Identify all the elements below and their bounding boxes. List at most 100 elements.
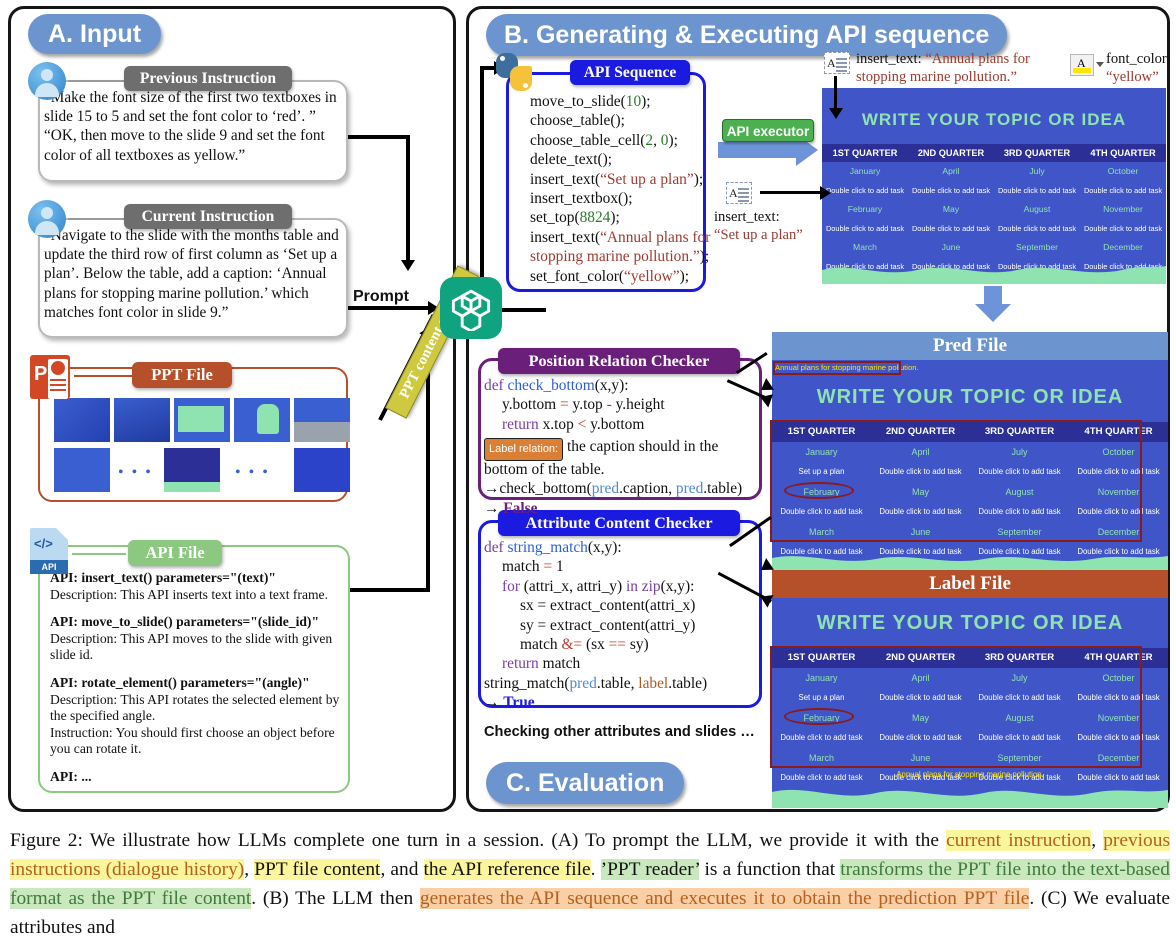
connector-current — [68, 218, 124, 220]
font-color-icon: A — [1070, 54, 1094, 76]
caption-s2: , — [1091, 830, 1104, 851]
caption-s7: . (B) The LLM then — [251, 888, 420, 909]
exec-row-1: Double click to add task Double click to… — [822, 181, 1166, 200]
exec-cell-0-0: January — [849, 166, 881, 176]
dropdown-caret-icon — [1096, 62, 1104, 67]
gpt-to-python-v — [480, 66, 484, 310]
api-sequence-title: API Sequence — [570, 60, 690, 85]
exec-cell-3-3: Double click to add task — [1083, 224, 1163, 233]
caption-s1: Figure 2: We illustrate how LLMs complet… — [10, 830, 947, 851]
exec-row-4: March June September December — [822, 238, 1166, 257]
position-checker-title: Position Relation Checker — [498, 348, 740, 374]
caption-h4: the API reference file — [423, 859, 591, 880]
panel-c-tag: C. Evaluation — [486, 762, 685, 804]
caption-s4: , and — [380, 859, 424, 880]
exec-cell-0-2: July — [1029, 166, 1045, 176]
pred-slide-title: WRITE YOUR TOPIC OR IDEA — [816, 386, 1124, 408]
exec-cell-4-1: June — [941, 242, 961, 252]
exec-cell-4-3: December — [1103, 242, 1143, 252]
api-entry-2-signature: API: move_to_slide() parameters="(slide_… — [50, 614, 319, 630]
exec-row-3: Double click to add task Double click to… — [822, 219, 1166, 238]
label-relation-chip: Label relation: — [484, 438, 564, 462]
api-entry-1-signature: API: insert_text() parameters="(text)" — [50, 570, 276, 585]
exec-header-0: 1ST QUARTER — [832, 148, 898, 158]
arrow-cell-head — [820, 186, 831, 200]
api-file-icon: </> API — [30, 528, 68, 574]
instr-feed-head1 — [401, 260, 415, 271]
exec-header-1: 2ND QUARTER — [917, 148, 985, 158]
ppt-ellipsis-2: • • • — [235, 464, 270, 481]
exec-cell-3-0: Double click to add task — [825, 224, 905, 233]
api-executor-label: API executor — [722, 119, 814, 142]
api-entry-tail: API: ... — [50, 768, 92, 784]
panel-a-tag: A. Input — [28, 14, 162, 54]
exec-row-0: January April July October — [822, 162, 1166, 181]
arrow-caption-head — [829, 108, 843, 119]
exec-header-2: 3RD QUARTER — [1003, 148, 1071, 158]
exec-slide-wave — [822, 266, 1166, 284]
exec-slide-header-row: 1ST QUARTER 2ND QUARTER 3RD QUARTER 4TH … — [822, 144, 1166, 162]
exec-cell-3-1: Double click to add task — [911, 224, 991, 233]
exec-cell-1-3: Double click to add task — [1083, 186, 1163, 195]
previous-instruction-text: “Make the font size of the first two tex… — [44, 89, 337, 164]
caption-h5: ’PPT reader’ — [600, 859, 700, 880]
label-table-highlight — [770, 646, 1142, 768]
ppt-file-title: PPT File — [132, 362, 232, 388]
user-avatar-current — [28, 200, 66, 238]
exec-cell-4-2: September — [1015, 242, 1059, 252]
exec-cell-1-0: Double click to add task — [825, 186, 905, 195]
exec-cell-2-0: February — [847, 204, 883, 214]
connector-api-sequence — [536, 72, 570, 75]
figure-caption: Figure 2: We illustrate how LLMs complet… — [10, 826, 1170, 942]
api-entry-2-description: Description: This API moves to the slide… — [50, 630, 333, 663]
label-bottom-caption: Annual plans for stopping marine polluti… — [896, 770, 1044, 779]
api-entry-1-description: Description: This API inserts text into … — [50, 586, 328, 602]
evaluation-footer-note: Checking other attributes and slides … — [484, 724, 755, 740]
position-checker-code: def check_bottom(x,y): y.bottom = y.top … — [484, 377, 743, 517]
label-file-label: Label File — [772, 570, 1168, 598]
insert-text-icon-caption: A — [824, 52, 850, 74]
current-instruction-text: “Navigate to the slide with the months t… — [44, 227, 339, 321]
label-file-container: Label File WRITE YOUR TOPIC OR IDEA 1ST … — [770, 570, 1168, 808]
python-icon — [494, 52, 534, 92]
exec-cell-2-2: August — [1023, 204, 1051, 214]
user-avatar-previous — [28, 62, 66, 100]
api-entry-3-description: Description: This API rotates the select… — [50, 691, 340, 757]
instr-feed-h2 — [348, 306, 358, 310]
connector-ppt — [74, 375, 132, 377]
annotation-insert-text-caption: insert_text: insert_text: “Annual plans … — [856, 51, 1030, 85]
label-slide-title: WRITE YOUR TOPIC OR IDEA — [816, 612, 1124, 634]
exec-cell-2-1: May — [942, 204, 960, 214]
label-cell-highlight — [784, 708, 854, 725]
label-slide-wave — [772, 789, 1168, 808]
arrow-caption-line — [834, 76, 837, 110]
instr-feed-v1 — [406, 135, 410, 263]
powerpoint-icon: P — [30, 355, 70, 399]
pred-file-container: Pred File Annual plans for stopping mari… — [770, 332, 1168, 572]
pred-slide-wave — [772, 556, 1168, 572]
previous-instruction-title: Previous Instruction — [124, 66, 292, 91]
gpt-to-python-h — [500, 308, 546, 312]
api-sequence-code: move_to_slide(10); choose_table(); choos… — [530, 93, 711, 285]
caption-s3: , — [244, 859, 255, 880]
flow-arrow-head — [975, 304, 1011, 322]
ppt-thumbnail-grid: • • • • • • — [52, 398, 350, 492]
exec-cell-3-2: Double click to add task — [997, 224, 1077, 233]
exec-slide-title: WRITE YOUR TOPIC OR IDEA — [861, 110, 1127, 129]
api-file-title: API File — [128, 540, 222, 566]
pred-caption-highlight — [773, 361, 901, 375]
exec-cell-0-3: October — [1107, 166, 1139, 176]
attribute-checker-code: def string_match(x,y): match = 1 for (at… — [484, 539, 708, 712]
annotation-insert-text-cell: insert_text: “Set up a plan” — [714, 209, 803, 243]
connector-previous — [68, 80, 124, 82]
exec-cell-4-0: March — [853, 242, 877, 252]
api-executor-arrow — [718, 142, 796, 158]
caption-s6: is a function that — [699, 859, 841, 880]
apifile-feed-h — [350, 588, 430, 592]
pred-file-label: Pred File — [772, 332, 1168, 360]
prompt-arrow-line — [352, 306, 430, 310]
instr-feed-h1 — [348, 135, 410, 139]
caption-s5: . — [590, 859, 601, 880]
caption-h3: PPT file content — [254, 859, 381, 880]
ppt-ellipsis-1: • • • — [118, 464, 153, 481]
